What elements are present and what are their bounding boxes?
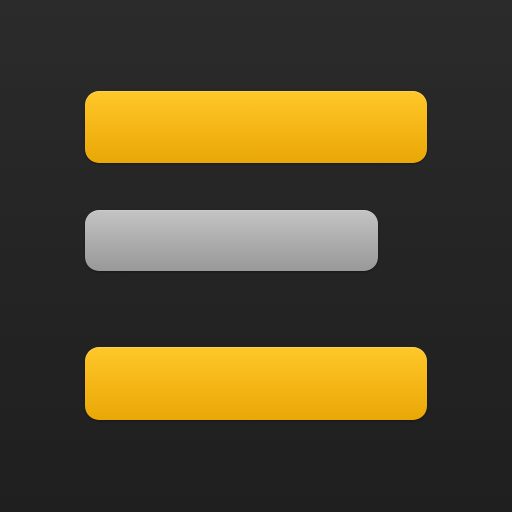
middle-bar [85,210,378,271]
top-bar [85,91,427,163]
menu-icon [0,0,512,512]
bottom-bar [85,347,427,420]
